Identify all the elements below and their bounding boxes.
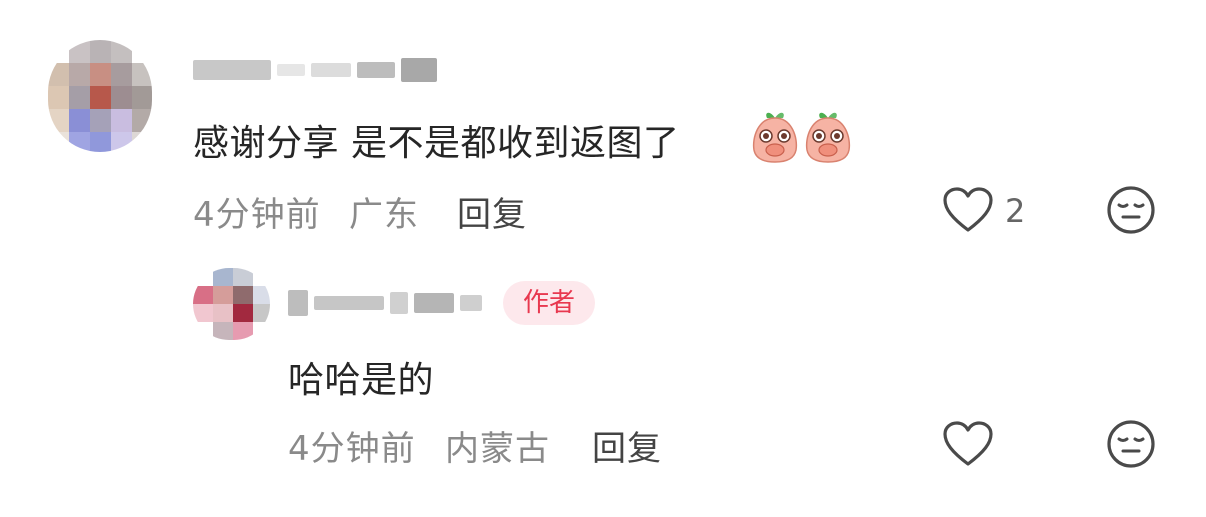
reply-time: 4分钟前 bbox=[288, 429, 416, 469]
meh-face-icon[interactable] bbox=[1106, 419, 1156, 469]
heart-outline-icon[interactable] bbox=[942, 186, 994, 234]
commenter-name[interactable] bbox=[193, 58, 437, 82]
author-name[interactable] bbox=[288, 290, 482, 316]
peach-emoji bbox=[752, 112, 798, 163]
reply-button[interactable]: 回复 bbox=[457, 187, 527, 236]
heart-outline-icon[interactable] bbox=[942, 420, 994, 468]
peach-emoji bbox=[805, 112, 851, 163]
author-badge: 作者 bbox=[503, 281, 596, 325]
comment-text: 感谢分享 是不是都收到返图了 bbox=[193, 123, 680, 164]
commenter-avatar[interactable] bbox=[48, 40, 152, 152]
comment-time: 4分钟前 bbox=[193, 195, 321, 235]
comment-location: 广东 bbox=[349, 195, 419, 235]
reply-button[interactable]: 回复 bbox=[592, 421, 662, 470]
meh-face-icon[interactable] bbox=[1106, 185, 1156, 235]
reply-text: 哈哈是的 bbox=[288, 360, 435, 401]
author-avatar[interactable] bbox=[193, 268, 270, 340]
reply-location: 内蒙古 bbox=[445, 429, 550, 469]
like-count: 2 bbox=[1005, 192, 1026, 230]
